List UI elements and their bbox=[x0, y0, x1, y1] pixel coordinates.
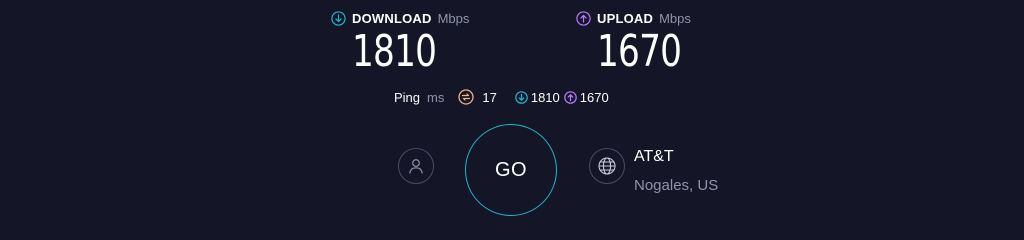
ping-row: Ping ms 17 1810 1670 bbox=[394, 88, 613, 106]
latency-upload-value: 1670 bbox=[579, 89, 609, 105]
ping-icon bbox=[458, 89, 475, 105]
server-name[interactable]: AT&T bbox=[634, 148, 674, 166]
upload-metric: UPLOAD Mbps 1670 bbox=[576, 9, 691, 77]
go-button[interactable]: GO bbox=[465, 124, 557, 216]
download-metric: DOWNLOAD Mbps 1810 bbox=[331, 9, 469, 77]
server-button[interactable] bbox=[589, 148, 625, 184]
upload-label: UPLOAD bbox=[597, 10, 654, 26]
ping-label: Ping bbox=[394, 89, 421, 105]
download-unit: Mbps bbox=[437, 10, 470, 26]
download-value: 1810 bbox=[352, 26, 437, 77]
upload-header: UPLOAD Mbps bbox=[576, 9, 691, 27]
speedtest-panel: DOWNLOAD Mbps 1810 UPLOAD Mbps 1670 Ping… bbox=[0, 0, 1024, 228]
go-label: GO bbox=[494, 158, 528, 181]
globe-icon bbox=[598, 157, 616, 175]
arrow-down-circle-icon bbox=[515, 90, 528, 104]
user-icon bbox=[409, 159, 423, 174]
server-location: Nogales, US bbox=[634, 177, 719, 194]
download-label: DOWNLOAD bbox=[352, 10, 432, 26]
latency-download-value: 1810 bbox=[530, 89, 560, 105]
ping-unit: ms bbox=[427, 89, 445, 105]
arrow-down-circle-icon bbox=[331, 10, 346, 26]
account-button[interactable] bbox=[398, 148, 434, 184]
arrow-up-circle-icon bbox=[563, 90, 577, 104]
ping-value: 17 bbox=[482, 89, 497, 105]
arrow-up-circle-icon bbox=[576, 10, 591, 26]
upload-value: 1670 bbox=[597, 26, 682, 77]
upload-unit: Mbps bbox=[659, 10, 691, 26]
download-header: DOWNLOAD Mbps bbox=[331, 9, 469, 27]
